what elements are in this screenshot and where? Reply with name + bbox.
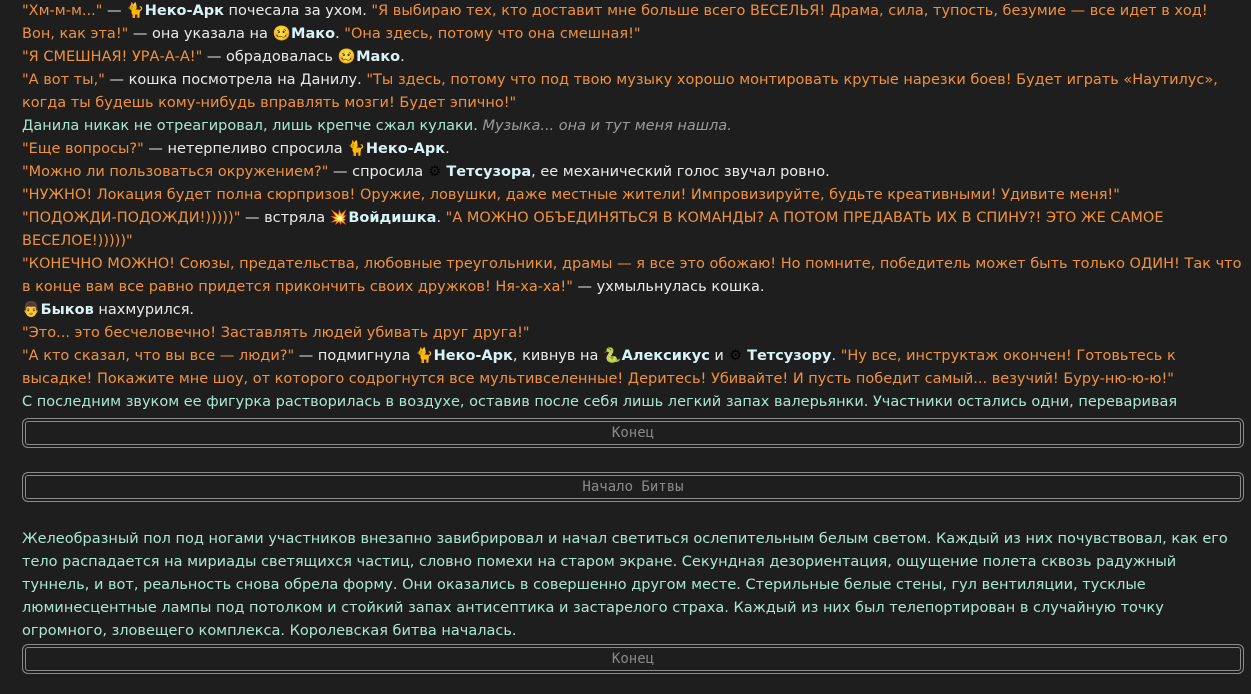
story-line: "КОНЕЧНО МОЖНО! Союзы, предательства, лю… [22, 253, 1243, 299]
story-block-2: Желеобразный пол под ногами участников в… [22, 528, 1243, 643]
quote-text: "Я СМЕШНАЯ! УРА-А-А!" [22, 49, 203, 65]
narration-text: — обрадовалась [202, 49, 338, 65]
quote-text: "А вот ты," [22, 72, 105, 88]
narration-text: . [445, 141, 450, 157]
character-name: Неко-Арк [365, 141, 446, 157]
character-name: Тетсузору [747, 348, 832, 364]
narration-text: — ухмыльнулась кошка. [572, 279, 765, 295]
story-block-1: "Хм-м-м..." — 🐈 Неко-Арк почесала за ухо… [22, 0, 1243, 437]
gear-icon: ⚙ [428, 164, 442, 180]
woozy-face-icon: 🥴 [337, 49, 356, 65]
story-line: "Я СМЕШНАЯ! УРА-А-А!" — обрадовалась 🥴 М… [22, 46, 1243, 69]
character-name: Неко-Арк [144, 3, 224, 19]
woozy-face-icon: 🥴 [272, 26, 291, 42]
character-name: Алексикус [621, 348, 710, 364]
character-name: Быков [40, 302, 94, 318]
story-line: "А кто сказал, что вы все — люди?" — под… [22, 345, 1243, 391]
character-name: Войдишка [348, 210, 437, 226]
character-name: Мако [356, 49, 401, 65]
narration-text: Данила никак не отреагировал, лишь крепч… [22, 118, 483, 134]
story-line: "Хм-м-м..." — 🐈 Неко-Арк почесала за ухо… [22, 0, 1243, 46]
end-button-2[interactable]: Конец [22, 644, 1244, 674]
story-line: Данила никак не отреагировал, лишь крепч… [22, 115, 1243, 138]
narration-text: — она указала на [128, 26, 273, 42]
narration-text: — кошка посмотрела на Данилу. [104, 72, 367, 88]
narration-text: . [400, 49, 405, 65]
narration-text: . [436, 210, 446, 226]
narration-text: , ее механический голос звучал ровно. [531, 164, 830, 180]
narration-text: . [335, 26, 345, 42]
quote-text: "Еще вопросы?" [22, 141, 144, 157]
narration-text: . [831, 348, 841, 364]
quote-text: "А кто сказал, что вы все — люди?" [22, 348, 295, 364]
story-line: "Это... это бесчеловечно! Заставлять люд… [22, 322, 1243, 345]
quote-text: "Это... это бесчеловечно! Заставлять люд… [22, 325, 530, 341]
narration-text: — спросила [328, 164, 428, 180]
narration-text: почесала за ухом. [223, 3, 372, 19]
snake-icon: 🐍 [603, 348, 622, 364]
narration-text: Желеобразный пол под ногами участников в… [22, 531, 1228, 639]
battle-start-button[interactable]: Начало Битвы [22, 472, 1244, 502]
narration-text: — нетерпеливо спросила [143, 141, 348, 157]
story-line: 👨 Быков нахмурился. [22, 299, 1243, 322]
gear-icon: ⚙ [728, 348, 742, 364]
cat-icon: 🐈 [415, 348, 434, 364]
chat-page: "Хм-м-м..." — 🐈 Неко-Арк почесала за ухо… [0, 0, 1251, 694]
explosion-icon: 💥 [329, 210, 348, 226]
quote-text: "Можно ли пользоваться окружением?" [22, 164, 329, 180]
person-icon: 👨 [22, 302, 41, 318]
cat-icon: 🐈 [347, 141, 366, 157]
quote-text: "НУЖНО! Локация будет полна сюрпризов! О… [22, 187, 1120, 203]
narration-text: , кивнув на [512, 348, 604, 364]
narration-text: — подмигнула [294, 348, 416, 364]
cat-icon: 🐈 [126, 3, 145, 19]
character-name: Неко-Арк [433, 348, 513, 364]
narration-text: и [709, 348, 729, 364]
quote-text: "ПОДОЖДИ-ПОДОЖДИ!)))))" [22, 210, 241, 226]
story-line: "Можно ли пользоваться окружением?" — сп… [22, 161, 1243, 184]
thought-text: Музыка... она и тут меня нашла. [482, 118, 732, 134]
end-button[interactable]: Конец [22, 418, 1244, 448]
story-line: "Еще вопросы?" — нетерпеливо спросила 🐈 … [22, 138, 1243, 161]
story-line: "НУЖНО! Локация будет полна сюрпризов! О… [22, 184, 1243, 207]
narration-text: нахмурился. [93, 302, 195, 318]
story-line: "ПОДОЖДИ-ПОДОЖДИ!)))))" — встряла 💥 Войд… [22, 207, 1243, 253]
narration-text: — встряла [240, 210, 330, 226]
character-name: Мако [291, 26, 336, 42]
narration-text: — [102, 3, 127, 19]
quote-text: "Она здесь, потому что она смешная!" [344, 26, 641, 42]
character-name: Тетсузора [446, 164, 532, 180]
story-line: "А вот ты," — кошка посмотрела на Данилу… [22, 69, 1243, 115]
quote-text: "Хм-м-м..." [22, 3, 103, 19]
